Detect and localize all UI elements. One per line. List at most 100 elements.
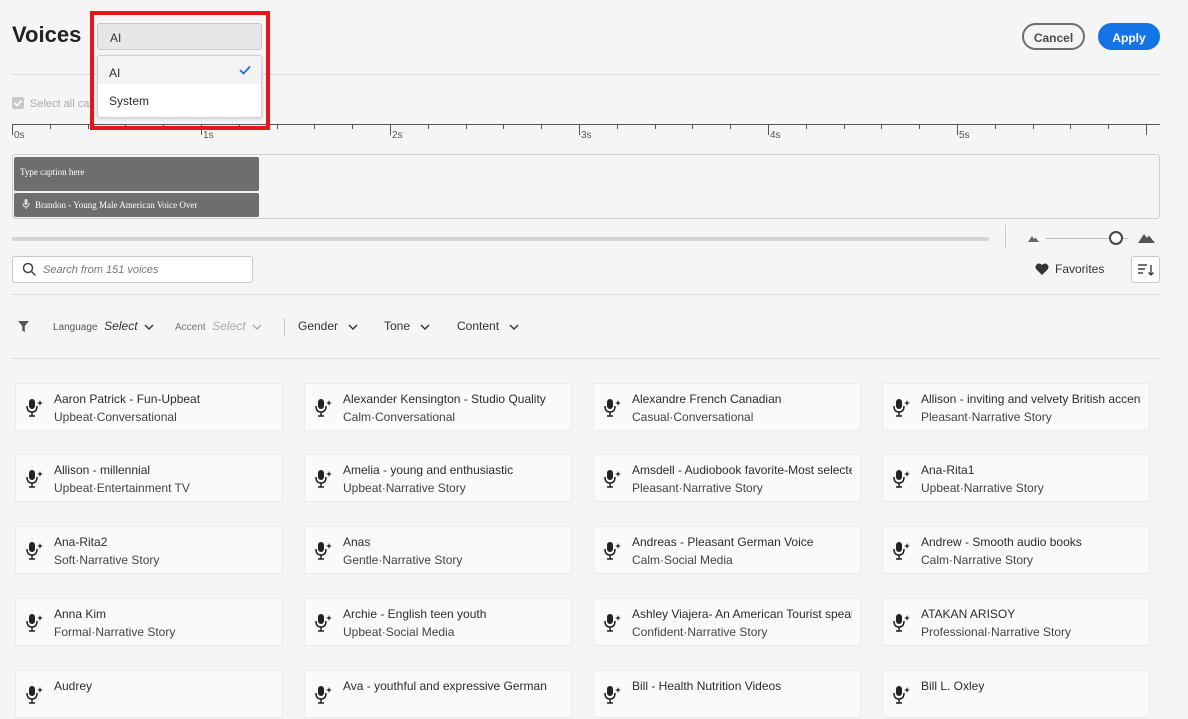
search-icon [22, 262, 37, 277]
voice-card[interactable]: Anna Kim Formal·Narrative Story [15, 598, 283, 646]
voice-card[interactable]: Alexandre French Canadian Casual·Conversa… [593, 383, 861, 431]
sort-icon [1138, 264, 1154, 276]
voice-name: Alexandre French Canadian [632, 392, 782, 406]
voice-card[interactable]: Ana-Rita1 Upbeat·Narrative Story [882, 454, 1150, 502]
zoom-in-icon[interactable] [1138, 232, 1155, 243]
voice-card[interactable]: Anas Gentle·Narrative Story [304, 526, 572, 574]
voice-name: Amsdell - Audiobook favorite-Most select… [632, 463, 852, 477]
chevron-down-icon [144, 324, 154, 330]
voice-name: Bill L. Oxley [921, 679, 985, 693]
ai-microphone-icon [315, 685, 333, 710]
caption-track: Type caption here Brandon - Young Male A… [12, 154, 1160, 219]
select-all-checkbox[interactable]: Select all ca [12, 97, 89, 110]
timeline-tick [1070, 124, 1072, 129]
voice-card[interactable]: Andreas - Pleasant German Voice Calm·Soci… [593, 526, 861, 574]
ai-microphone-icon [26, 685, 44, 710]
ai-microphone-icon [315, 398, 333, 423]
voice-tags: Upbeat·Narrative Story [921, 481, 1044, 495]
voice-card[interactable]: Allison - inviting and velvety British a… [882, 383, 1150, 431]
cancel-button[interactable]: Cancel [1022, 23, 1085, 50]
divider [1005, 225, 1006, 249]
apply-button[interactable]: Apply [1098, 23, 1160, 50]
voice-tags: Upbeat·Conversational [54, 410, 177, 424]
gender-filter-label: Gender [298, 319, 339, 333]
voice-card[interactable]: Amelia - young and enthusiastic Upbeat·Na… [304, 454, 572, 502]
voice-tags: Upbeat·Narrative Story [343, 481, 466, 495]
language-filter-value: Select [104, 319, 138, 333]
page-title: Voices [12, 22, 82, 47]
voice-tags: Soft·Narrative Story [54, 553, 160, 567]
voice-card[interactable]: Archie - English teen youth Upbeat·Social… [304, 598, 572, 646]
voice-name: Andreas - Pleasant German Voice [632, 535, 814, 549]
timeline-tick [616, 124, 618, 129]
heart-icon [1035, 263, 1049, 275]
voice-name: Ashley Viajera- An American Tourist spea… [632, 607, 852, 621]
select-all-label: Select all ca [30, 98, 90, 110]
voice-tags: Upbeat·Entertainment TV [54, 481, 190, 495]
caption-clip[interactable]: Type caption here [14, 157, 259, 191]
timeline-tick [805, 124, 807, 129]
accent-filter[interactable]: Accent Select [175, 319, 262, 333]
favorites-button[interactable]: Favorites [1035, 262, 1104, 276]
ai-microphone-icon [893, 685, 911, 710]
ai-microphone-icon [893, 398, 911, 423]
voice-card[interactable]: Ashley Viajera- An American Tourist spea… [593, 598, 861, 646]
language-filter[interactable]: Language Select [53, 319, 154, 333]
microphone-icon [22, 199, 30, 209]
voice-name: Audrey [54, 679, 93, 693]
voice-card[interactable]: Ana-Rita2 Soft·Narrative Story [15, 526, 283, 574]
chevron-down-icon [348, 324, 358, 330]
voice-name: Anna Kim [54, 607, 107, 621]
voice-name: ATAKAN ARISOY [921, 607, 1016, 621]
voice-name: Ana-Rita1 [921, 463, 975, 477]
zoom-out-icon[interactable] [1028, 234, 1039, 242]
voice-card[interactable]: Andrew - Smooth audio books Calm·Narrativ… [882, 526, 1150, 574]
timeline-tick [427, 124, 429, 129]
sort-button[interactable] [1131, 256, 1160, 283]
content-filter-label: Content [457, 319, 500, 333]
voice-card[interactable]: ATAKAN ARISOY Professional·Narrative Stor… [882, 598, 1150, 646]
ai-microphone-icon [26, 398, 44, 423]
time-label: 4s [770, 130, 781, 141]
voice-card[interactable]: Allison - millennial Upbeat·Entertainment… [15, 454, 283, 502]
voice-clip[interactable]: Brandon - Young Male American Voice Over [14, 193, 259, 217]
voice-name: Ana-Rita2 [54, 535, 108, 549]
gender-filter[interactable]: Gender [298, 319, 358, 333]
voice-name: Allison - millennial [54, 463, 151, 477]
timeline-tick [1108, 124, 1110, 129]
voice-card[interactable]: Alexander Kensington - Studio Quality Cal… [304, 383, 572, 431]
time-label: 1s [203, 130, 214, 141]
ai-microphone-icon [604, 541, 622, 566]
voice-card[interactable]: Amsdell - Audiobook favorite-Most select… [593, 454, 861, 502]
voice-tags: Upbeat·Social Media [343, 625, 455, 639]
voice-name: Aaron Patrick - Fun-Upbeat [54, 392, 201, 406]
voice-card[interactable]: Bill - Health Nutrition Videos [593, 670, 861, 718]
content-filter[interactable]: Content [457, 319, 519, 333]
ai-microphone-icon [26, 613, 44, 638]
voice-card[interactable]: Ava - youthful and expressive German [304, 670, 572, 718]
ai-microphone-icon [315, 613, 333, 638]
section-divider [12, 294, 1160, 295]
tone-filter[interactable]: Tone [384, 319, 430, 333]
timeline-tick [957, 124, 958, 135]
ai-microphone-icon [893, 469, 911, 494]
timeline-tick [390, 124, 391, 135]
timeline-tick [276, 124, 278, 129]
ai-microphone-icon [26, 469, 44, 494]
zoom-slider-handle[interactable] [1109, 231, 1123, 245]
timeline-scrollbar[interactable] [12, 237, 989, 241]
filter-icon [18, 321, 29, 332]
timeline-tick [1032, 124, 1034, 129]
timeline-tick [352, 124, 354, 129]
voice-clip-text: Brandon - Young Male American Voice Over [35, 200, 198, 210]
language-filter-label: Language [53, 322, 98, 333]
voice-card[interactable]: Audrey [15, 670, 283, 718]
voice-card[interactable]: Bill L. Oxley [882, 670, 1150, 718]
timeline-tick [579, 124, 580, 135]
search-input[interactable]: Search from 151 voices [12, 256, 253, 283]
timeline-tick [465, 124, 467, 129]
highlight-box [90, 11, 270, 130]
voice-card[interactable]: Aaron Patrick - Fun-Upbeat Upbeat·Convers… [15, 383, 283, 431]
filter-divider [12, 358, 1160, 359]
timeline-tick [314, 124, 316, 129]
